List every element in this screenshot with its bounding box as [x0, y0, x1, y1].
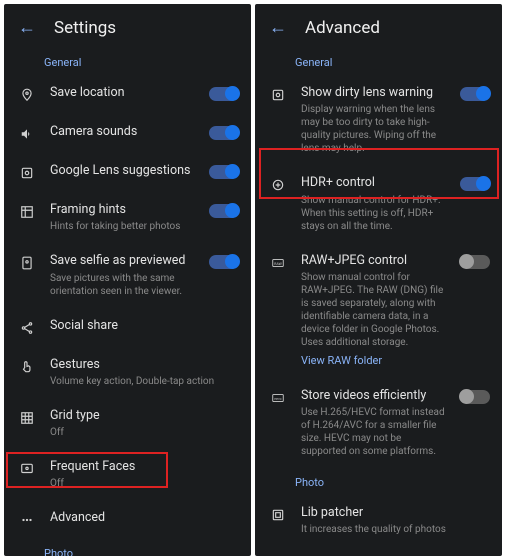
row-pixel-awb[interactable]: Pixel AWB in HDR+ Enhanced IMX586 [255, 546, 502, 556]
faces-icon [18, 460, 36, 478]
row-camera-sounds[interactable]: Camera sounds [4, 114, 251, 153]
section-photo: Photo [255, 468, 502, 495]
toggle[interactable] [460, 87, 490, 101]
gesture-icon [18, 358, 36, 376]
toggle[interactable] [460, 177, 490, 191]
location-icon [18, 86, 36, 104]
label: Frequent Faces [50, 459, 239, 475]
svg-text:HEVC: HEVC [274, 397, 282, 401]
row-advanced[interactable]: Advanced [4, 500, 251, 539]
row-store-video[interactable]: HEVC Store videos efficiently Use H.265/… [255, 378, 502, 468]
label: Camera sounds [50, 124, 195, 140]
label: Social share [50, 318, 239, 334]
header: ← Advanced [255, 4, 502, 48]
share-icon [18, 319, 36, 337]
toggle[interactable] [209, 204, 239, 218]
sub: Volume key action, Double-tap action [50, 375, 239, 388]
label: Gestures [50, 357, 239, 373]
sound-icon [18, 125, 36, 143]
row-lib-patcher[interactable]: Lib patcher It increases the quality of … [255, 495, 502, 546]
more-icon [18, 511, 36, 529]
toggle[interactable] [460, 255, 490, 269]
sub: Use H.265/HEVC format instead of H.264/A… [301, 406, 446, 458]
section-general: General [255, 48, 502, 75]
label: Show dirty lens warning [301, 85, 446, 101]
label: Google Lens suggestions [50, 163, 195, 179]
selfie-icon [18, 254, 36, 272]
row-save-selfie[interactable]: Save selfie as previewed Save pictures w… [4, 243, 251, 307]
sub: Hints for taking better photos [50, 220, 195, 233]
row-google-lens[interactable]: Google Lens suggestions [4, 153, 251, 192]
svg-text:RAW: RAW [274, 261, 282, 265]
settings-panel: ← Settings General Save location Camera … [4, 4, 251, 556]
toggle[interactable] [209, 87, 239, 101]
row-hdr-control[interactable]: HDR+ control Show manual control for HDR… [255, 165, 502, 242]
toggle[interactable] [209, 255, 239, 269]
label: Lib patcher [301, 505, 490, 521]
row-dirty-lens[interactable]: Show dirty lens warning Display warning … [255, 75, 502, 165]
toggle[interactable] [209, 165, 239, 179]
label: Store videos efficiently [301, 388, 446, 404]
row-social-share[interactable]: Social share [4, 308, 251, 347]
label: Grid type [50, 408, 239, 424]
view-raw-link[interactable]: View RAW folder [301, 354, 382, 367]
label: Advanced [50, 510, 239, 526]
label: Framing hints [50, 202, 195, 218]
row-frequent-faces[interactable]: Frequent Faces Off [4, 449, 251, 500]
label: Save selfie as previewed [50, 253, 195, 269]
sub: Off [50, 426, 239, 439]
back-arrow-icon[interactable]: ← [269, 19, 287, 37]
grid-icon [18, 409, 36, 427]
label: HDR+ control [301, 175, 446, 191]
label: Save location [50, 85, 195, 101]
row-raw-jpeg[interactable]: RAW RAW+JPEG control Show manual control… [255, 243, 502, 378]
hevc-icon: HEVC [269, 389, 287, 407]
sub: Save pictures with the same orientation … [50, 272, 195, 298]
page-title: Settings [54, 18, 116, 38]
advanced-panel: ← Advanced General Show dirty lens warni… [255, 4, 502, 556]
row-framing-hints[interactable]: Framing hints Hints for taking better ph… [4, 192, 251, 243]
framing-icon [18, 203, 36, 221]
toggle[interactable] [209, 126, 239, 140]
sub: Show manual control for RAW+JPEG. The RA… [301, 271, 446, 349]
hdr-icon [269, 176, 287, 194]
toggle[interactable] [460, 390, 490, 404]
row-save-location[interactable]: Save location [4, 75, 251, 114]
sub: Show manual control for HDR+. When this … [301, 194, 446, 233]
lens-warning-icon [269, 86, 287, 104]
raw-icon: RAW [269, 254, 287, 272]
section-photo: Photo [4, 539, 251, 556]
page-title: Advanced [305, 18, 380, 38]
section-general: General [4, 48, 251, 75]
row-grid-type[interactable]: Grid type Off [4, 398, 251, 449]
lens-icon [18, 164, 36, 182]
patcher-icon [269, 506, 287, 524]
sub: Display warning when the lens may be too… [301, 103, 446, 155]
label: RAW+JPEG control [301, 253, 446, 269]
row-gestures[interactable]: Gestures Volume key action, Double-tap a… [4, 347, 251, 398]
header: ← Settings [4, 4, 251, 48]
sub: Off [50, 477, 239, 490]
sub: It increases the quality of photos [301, 523, 490, 536]
back-arrow-icon[interactable]: ← [18, 19, 36, 37]
